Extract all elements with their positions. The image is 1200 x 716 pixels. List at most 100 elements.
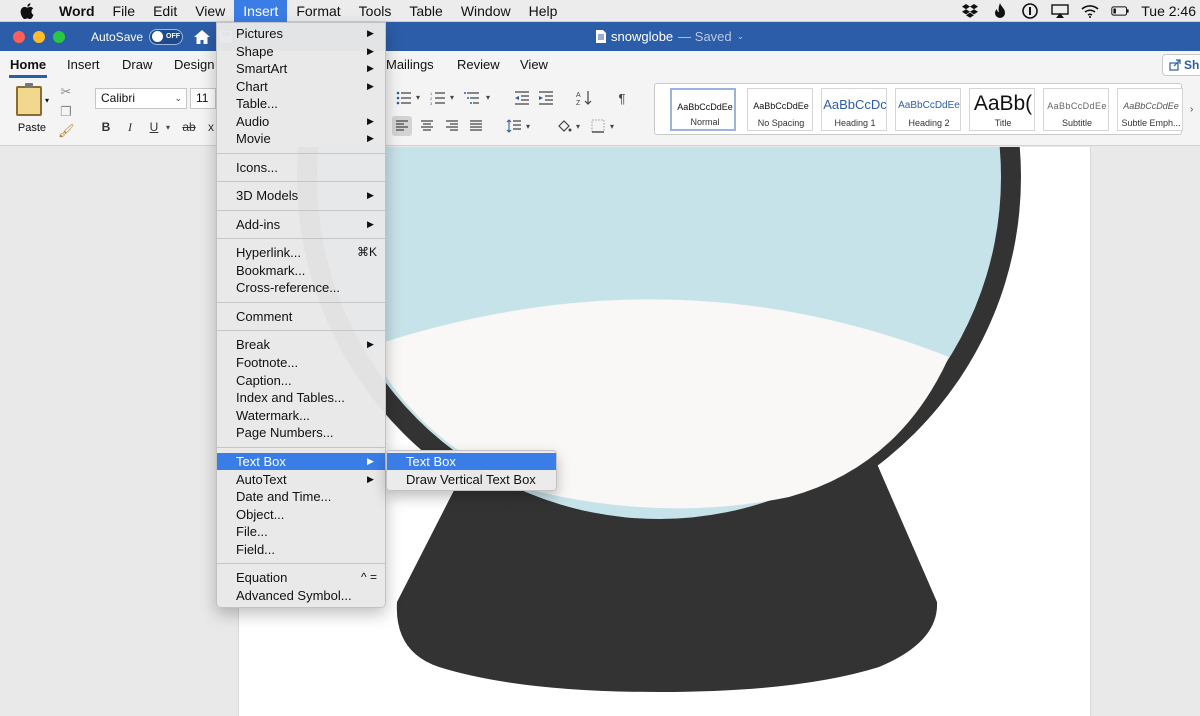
submenu-item-text-box[interactable]: Text Box	[387, 453, 556, 470]
menu-item-bookmark[interactable]: Bookmark...	[217, 262, 385, 279]
style-normal[interactable]: AaBbCcDdEe Normal	[670, 88, 736, 131]
tab-insert[interactable]: Insert	[67, 57, 100, 72]
style-heading-1[interactable]: AaBbCcDc Heading 1	[821, 88, 887, 131]
menu-item-movie[interactable]: Movie ▶	[217, 130, 385, 147]
menu-item-comment[interactable]: Comment	[217, 308, 385, 325]
borders-icon[interactable]	[588, 116, 608, 136]
tab-review[interactable]: Review	[457, 57, 500, 72]
menu-item-text-box[interactable]: Text Box ▶	[217, 453, 385, 470]
font-name-select[interactable]: Calibri ⌄	[95, 88, 187, 109]
menu-item-pictures[interactable]: Pictures ▶	[217, 25, 385, 42]
chevron-down-icon[interactable]: ⌄	[737, 22, 745, 51]
styles-more-chevron-icon[interactable]: ›	[1190, 104, 1193, 115]
align-right-icon[interactable]	[442, 116, 462, 136]
menu-item-smartart[interactable]: SmartArt ▶	[217, 60, 385, 77]
menu-item-break[interactable]: Break ▶	[217, 336, 385, 353]
numbering-icon[interactable]: 123	[428, 88, 448, 108]
increase-indent-icon[interactable]	[536, 88, 556, 108]
menu-item-date-and-time[interactable]: Date and Time...	[217, 488, 385, 505]
zoom-window-button[interactable]	[53, 30, 65, 43]
numbering-chevron-icon[interactable]: ▾	[450, 93, 454, 102]
menu-item-advanced-symbol[interactable]: Advanced Symbol...	[217, 587, 385, 604]
bullets-icon[interactable]	[394, 88, 414, 108]
menu-window[interactable]: Window	[452, 0, 520, 22]
close-window-button[interactable]	[13, 30, 25, 43]
paste-options-chevron-icon[interactable]: ▾	[45, 96, 49, 105]
menu-item-cross-reference[interactable]: Cross-reference...	[217, 279, 385, 296]
tab-view[interactable]: View	[520, 57, 548, 72]
menu-app-name[interactable]: Word	[50, 0, 104, 22]
menu-item-equation[interactable]: Equation ^ =	[217, 569, 385, 586]
menu-item-chart[interactable]: Chart ▶	[217, 78, 385, 95]
minimize-window-button[interactable]	[33, 30, 45, 43]
justify-icon[interactable]	[466, 116, 486, 136]
wifi-icon[interactable]	[1081, 3, 1099, 19]
bullets-chevron-icon[interactable]: ▾	[416, 93, 420, 102]
align-center-icon[interactable]	[417, 116, 437, 136]
style-heading-2[interactable]: AaBbCcDdEe Heading 2	[895, 88, 961, 131]
menu-item-icons[interactable]: Icons...	[217, 159, 385, 176]
menu-file[interactable]: File	[104, 0, 145, 22]
share-button[interactable]: Sh	[1162, 54, 1200, 76]
apple-menu-icon[interactable]	[20, 2, 36, 19]
menu-item-watermark[interactable]: Watermark...	[217, 407, 385, 424]
bold-button[interactable]: B	[97, 118, 115, 136]
tab-mailings[interactable]: Mailings	[386, 57, 434, 72]
multilevel-list-icon[interactable]	[462, 88, 482, 108]
tab-draw[interactable]: Draw	[122, 57, 152, 72]
sort-icon[interactable]: AZ	[574, 88, 594, 108]
menu-item-hyperlink[interactable]: Hyperlink... ⌘K	[217, 244, 385, 261]
strikethrough-button[interactable]: ab	[180, 118, 198, 136]
menu-item-caption[interactable]: Caption...	[217, 372, 385, 389]
airplay-icon[interactable]	[1051, 3, 1069, 19]
align-left-icon[interactable]	[392, 116, 412, 136]
menu-item-shape[interactable]: Shape ▶	[217, 43, 385, 60]
format-painter-icon[interactable]: 🖌	[58, 123, 75, 139]
style-title[interactable]: AaBb( Title	[969, 88, 1035, 131]
menu-item-3d-models[interactable]: 3D Models ▶	[217, 187, 385, 204]
tab-design[interactable]: Design	[174, 57, 214, 72]
style-no-spacing[interactable]: AaBbCcDdEe No Spacing	[747, 88, 813, 131]
menu-tools[interactable]: Tools	[350, 0, 401, 22]
submenu-item-draw-vertical-text-box[interactable]: Draw Vertical Text Box	[387, 471, 556, 488]
dropbox-icon[interactable]	[961, 3, 979, 19]
cut-icon[interactable]: ✂	[58, 84, 74, 100]
underline-options-chevron-icon[interactable]: ▾	[166, 123, 170, 132]
show-formatting-marks-icon[interactable]: ¶	[612, 88, 632, 108]
menu-item-autotext[interactable]: AutoText ▶	[217, 471, 385, 488]
line-spacing-chevron-icon[interactable]: ▾	[526, 122, 530, 131]
menu-item-table[interactable]: Table...	[217, 95, 385, 112]
menu-item-field[interactable]: Field...	[217, 541, 385, 558]
menu-format[interactable]: Format	[287, 0, 349, 22]
shading-icon[interactable]	[554, 116, 574, 136]
style-subtitle[interactable]: AaBbCcDdEe Subtitle	[1043, 88, 1109, 131]
font-size-select[interactable]: 11	[190, 88, 216, 109]
menu-edit[interactable]: Edit	[144, 0, 186, 22]
menu-help[interactable]: Help	[520, 0, 567, 22]
menu-item-file[interactable]: File...	[217, 523, 385, 540]
menu-item-index-and-tables[interactable]: Index and Tables...	[217, 389, 385, 406]
menu-insert[interactable]: Insert	[234, 0, 288, 22]
italic-button[interactable]: I	[121, 118, 139, 136]
tab-home[interactable]: Home	[10, 57, 46, 72]
style-subtle-emphasis[interactable]: AaBbCcDdEe Subtle Emph...	[1117, 88, 1183, 131]
line-spacing-icon[interactable]	[504, 116, 524, 136]
menu-item-page-numbers[interactable]: Page Numbers...	[217, 424, 385, 441]
clock[interactable]: Tue 2:46	[1141, 3, 1196, 19]
flame-icon[interactable]	[991, 3, 1009, 19]
menu-table[interactable]: Table	[400, 0, 451, 22]
menu-item-add-ins[interactable]: Add-ins ▶	[217, 216, 385, 233]
home-icon[interactable]	[193, 28, 211, 46]
password-manager-icon[interactable]	[1021, 3, 1039, 19]
underline-button[interactable]: U	[145, 118, 163, 136]
menu-view[interactable]: View	[186, 0, 234, 22]
menu-item-object[interactable]: Object...	[217, 506, 385, 523]
borders-chevron-icon[interactable]: ▾	[610, 122, 614, 131]
copy-icon[interactable]: ❐	[58, 104, 74, 120]
multilevel-chevron-icon[interactable]: ▾	[486, 93, 490, 102]
battery-icon[interactable]	[1111, 3, 1129, 19]
menu-item-footnote[interactable]: Footnote...	[217, 354, 385, 371]
shading-chevron-icon[interactable]: ▾	[576, 122, 580, 131]
menu-item-audio[interactable]: Audio ▶	[217, 113, 385, 130]
autosave-toggle[interactable]: OFF	[149, 28, 184, 45]
